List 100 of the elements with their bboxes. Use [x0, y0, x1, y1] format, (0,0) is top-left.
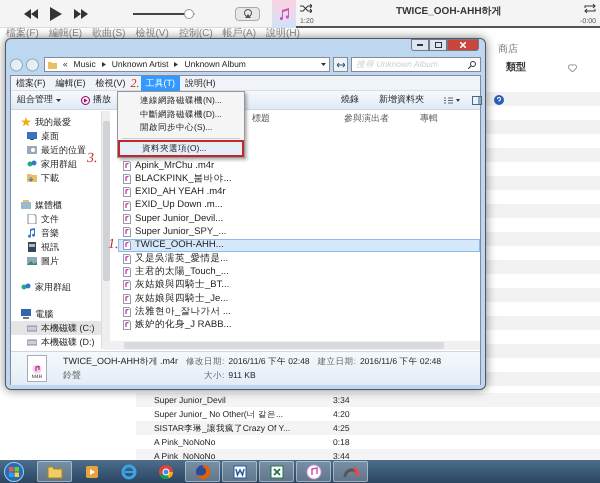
nav-item[interactable]: 本機磁碟 (C:) — [11, 321, 101, 336]
path-overflow[interactable]: « — [62, 58, 68, 71]
view-options-icon[interactable] — [444, 96, 460, 104]
address-bar[interactable]: « Music Unknown Artist Unknown Album — [44, 57, 330, 72]
rewind-icon[interactable] — [24, 8, 38, 18]
breadcrumb[interactable]: Music — [74, 58, 96, 71]
nav-item[interactable]: 家用群組 — [11, 280, 74, 294]
refresh-button[interactable] — [333, 57, 348, 72]
menu-item[interactable]: 檔案(F) — [6, 28, 39, 39]
play-icon[interactable] — [50, 6, 62, 20]
menu-item[interactable]: 說明(H) — [266, 28, 300, 39]
song-title[interactable]: Super Junior_Devil — [154, 393, 226, 407]
taskbar-button[interactable] — [259, 461, 294, 482]
song-title[interactable]: A Pink_NoNoNo — [154, 435, 216, 449]
nav-item[interactable]: 最近的位置 — [11, 143, 89, 157]
document-icon — [27, 214, 37, 224]
volume-thumb[interactable] — [184, 8, 194, 18]
song-title[interactable]: A Pink_NoNoNo — [154, 449, 216, 463]
song-title[interactable]: Super Junior_ No Other(너 같은... — [154, 407, 284, 421]
nav-item[interactable]: 電腦 — [11, 307, 56, 322]
taskbar-button[interactable] — [296, 461, 331, 482]
airplay-button[interactable] — [235, 6, 260, 20]
song-title[interactable]: SISTAR李琳_讓我瘋了Crazy Of Y... — [154, 421, 290, 435]
file-row[interactable]: EXID_AH YEAH .m4r — [118, 186, 238, 199]
menu-item[interactable]: 檢視(V) — [90, 76, 130, 90]
start-button[interactable] — [3, 460, 25, 482]
file-row[interactable]: Super Junior_SPY_... — [118, 225, 238, 239]
audio-file-icon — [123, 254, 131, 264]
vertical-scrollbar[interactable] — [101, 111, 110, 349]
nav-item[interactable]: 音樂 — [11, 226, 62, 240]
column-header[interactable]: 類型 — [506, 60, 526, 75]
heart-icon[interactable] — [568, 64, 577, 72]
taskbar-button[interactable] — [222, 461, 257, 482]
menu-item[interactable]: 控制(C) — [178, 28, 213, 39]
file-row[interactable]: Apink_MrChu .m4r — [118, 159, 238, 172]
step-number: 2. — [130, 76, 140, 90]
toolbar-button[interactable]: 燒錄 — [341, 93, 359, 107]
menu-item[interactable]: 檔案(F) — [11, 76, 50, 90]
organize-button[interactable]: 組合管理 — [17, 93, 61, 107]
field-label: 大小: — [203, 369, 224, 381]
toolbar-button[interactable]: 新增資料夾 — [379, 93, 424, 107]
menu-item[interactable]: 連線網路磁碟機(N)... — [118, 94, 244, 108]
menu-item[interactable]: 開啟同步中心(S)... — [118, 121, 244, 134]
play-button[interactable]: 播放 — [81, 93, 111, 107]
fast-forward-icon[interactable] — [74, 8, 88, 18]
file-row[interactable]: 又是吳濡英_愛情是... — [118, 252, 238, 266]
menu-item[interactable]: 檢視(V) — [135, 28, 169, 39]
file-row[interactable]: BLACKPINK_붐바야... — [118, 172, 238, 186]
menu-item[interactable]: 歌曲(S) — [92, 28, 126, 39]
song-title: TWICE_OOH-AHH하게 — [396, 4, 502, 18]
nav-item[interactable]: 家用群組 — [11, 157, 80, 171]
taskbar-button[interactable] — [185, 461, 220, 482]
chevron-icon — [102, 62, 106, 67]
menu-item[interactable]: 資料夾選項(O)... — [120, 142, 242, 155]
file-row[interactable]: Super Junior_Devil... — [118, 212, 238, 226]
field-label: 建立日期: — [318, 355, 356, 367]
scrollbar-thumb[interactable] — [124, 342, 444, 349]
nav-item[interactable]: 文件 — [11, 212, 62, 226]
close-button[interactable] — [447, 39, 479, 51]
file-row[interactable]: 嫉妒的化身_J RABB... — [118, 318, 238, 332]
breadcrumb[interactable]: Unknown Artist — [112, 58, 168, 71]
column-header[interactable]: 專輯 — [420, 112, 438, 126]
song-duration: 3:34 — [333, 394, 350, 407]
file-row[interactable]: EXID_Up Down .m... — [118, 198, 238, 212]
audio-file-icon — [123, 267, 131, 278]
file-row[interactable]: TWICE_OOH-AHH... — [118, 238, 480, 252]
file-row[interactable]: 主君的太陽_Touch_... — [118, 265, 238, 279]
file-row[interactable]: 灰姑娘與四騎士_Je... — [118, 292, 238, 306]
nav-item[interactable]: 圖片 — [11, 254, 62, 268]
file-row[interactable]: 灰姑娘與四騎士_BT... — [118, 278, 238, 292]
scrollbar-thumb[interactable] — [103, 121, 110, 281]
close-icon — [460, 42, 466, 48]
menu-item[interactable]: 編輯(E) — [50, 76, 90, 90]
restore-button[interactable] — [429, 39, 447, 51]
preview-pane-icon[interactable] — [472, 96, 482, 104]
menu-item[interactable]: 說明(H) — [180, 76, 220, 90]
nav-item[interactable]: 下載 — [11, 171, 62, 185]
dropdown-icon[interactable] — [321, 63, 326, 66]
nav-item[interactable]: 桌面 — [11, 129, 62, 143]
store-tab[interactable]: 商店 — [498, 42, 518, 57]
audio-file-icon — [123, 200, 131, 211]
nav-item[interactable]: 視訊 — [11, 240, 62, 254]
menu-item[interactable]: 編輯(E) — [48, 28, 82, 39]
taskbar-button[interactable] — [333, 461, 368, 482]
shuffle-icon[interactable] — [300, 4, 312, 12]
horizontal-scrollbar[interactable] — [104, 341, 480, 350]
drive-icon — [27, 337, 37, 348]
column-header[interactable]: 參與演出者 — [344, 112, 389, 126]
menu-item[interactable]: 帳戶(A) — [222, 28, 256, 39]
menu-item[interactable]: 中斷網路磁碟機(D)... — [118, 108, 244, 121]
help-icon[interactable] — [494, 95, 504, 105]
column-header[interactable]: 標題 — [252, 112, 270, 126]
repeat-icon[interactable] — [584, 4, 596, 12]
nav-item[interactable]: 我的最愛 — [11, 115, 74, 129]
taskbar-button[interactable] — [37, 461, 72, 482]
nav-item[interactable]: 媒體櫃 — [11, 198, 65, 212]
breadcrumb[interactable]: Unknown Album — [184, 58, 246, 71]
nav-item[interactable]: 本機磁碟 (D:) — [11, 335, 98, 350]
minimize-button[interactable] — [411, 39, 429, 51]
file-row[interactable]: 法雅현아_잘나가서 ... — [118, 305, 238, 319]
